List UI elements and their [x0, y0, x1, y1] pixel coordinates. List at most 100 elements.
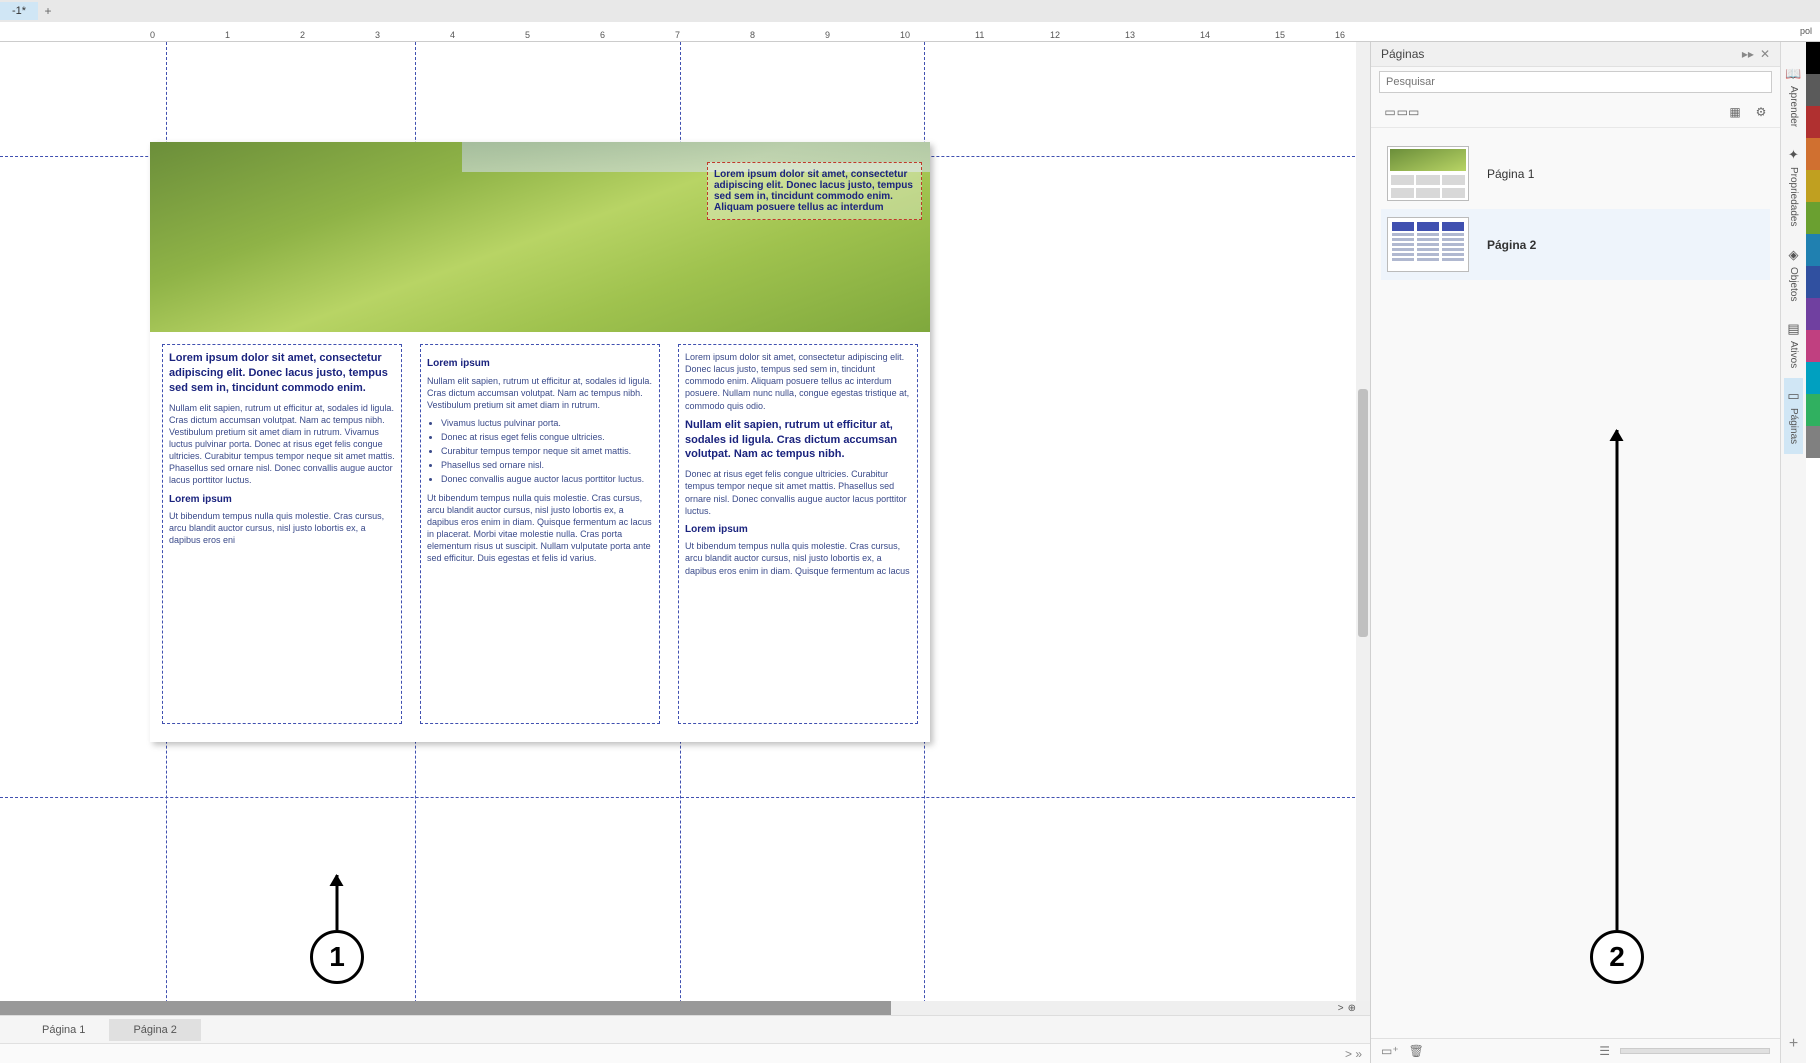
- add-document-tab[interactable]: +: [38, 4, 58, 18]
- panel-title: Páginas: [1381, 47, 1424, 61]
- ruler-mark: 5: [525, 30, 530, 40]
- color-swatch[interactable]: [1806, 362, 1820, 394]
- ruler-mark: 0: [150, 30, 155, 40]
- chevron-right-icon[interactable]: >: [1338, 1003, 1344, 1014]
- more-icon[interactable]: »: [1355, 1047, 1362, 1061]
- book-icon: 📖: [1785, 66, 1801, 82]
- panel-header: Páginas ▸▸ ✕: [1371, 42, 1780, 67]
- document-page[interactable]: Lorem ipsum dolor sit amet, consectetur …: [150, 142, 930, 742]
- color-swatch[interactable]: [1806, 138, 1820, 170]
- page-label: Página 1: [1487, 167, 1534, 181]
- color-swatch[interactable]: [1806, 298, 1820, 330]
- thumbnail-size-slider[interactable]: [1620, 1048, 1770, 1054]
- list-item: Vivamus luctus pulvinar porta.: [441, 417, 653, 429]
- tab-propriedades[interactable]: ✦Propriedades: [1785, 137, 1802, 236]
- assets-icon: ▤: [1787, 321, 1799, 337]
- ruler-mark: 2: [300, 30, 305, 40]
- image-caption-frame[interactable]: Lorem ipsum dolor sit amet, consectetur …: [707, 162, 922, 220]
- annotation-2: 2: [1590, 930, 1644, 984]
- add-docker-icon[interactable]: +: [1789, 1035, 1798, 1053]
- subheading: Lorem ipsum: [427, 357, 653, 371]
- status-bar: > »: [0, 1043, 1370, 1063]
- close-icon[interactable]: ✕: [1760, 47, 1770, 61]
- pages-icon: ▭: [1787, 388, 1799, 404]
- document-tab[interactable]: -1*: [0, 2, 38, 20]
- settings-icon[interactable]: ⚙: [1752, 103, 1770, 121]
- ruler-mark: 7: [675, 30, 680, 40]
- chevron-right-icon[interactable]: >: [1345, 1047, 1352, 1061]
- ruler-mark: 15: [1275, 30, 1285, 40]
- paragraph: Nullam elit sapien, rutrum ut efficitur …: [169, 402, 395, 487]
- color-swatch[interactable]: [1806, 170, 1820, 202]
- annotation-1: 1: [310, 930, 364, 984]
- heading: Lorem ipsum dolor sit amet, consectetur …: [169, 351, 395, 396]
- tab-ativos[interactable]: ▤Ativos: [1784, 311, 1802, 378]
- color-swatch[interactable]: [1806, 330, 1820, 362]
- tab-aprender[interactable]: 📖Aprender: [1782, 56, 1804, 137]
- page-thumbnail: [1387, 217, 1469, 272]
- page-tab-1[interactable]: Página 1: [18, 1019, 109, 1041]
- color-swatch[interactable]: [1806, 266, 1820, 298]
- color-palette: [1806, 42, 1820, 1063]
- page-list: Página 1 Página 2: [1371, 128, 1780, 1038]
- annotation-number: 2: [1590, 930, 1644, 984]
- color-swatch[interactable]: [1806, 234, 1820, 266]
- tab-objetos[interactable]: ◈Objetos: [1785, 237, 1802, 311]
- list-item: Curabitur tempus tempor neque sit amet m…: [441, 445, 653, 457]
- list-item: Phasellus sed ornare nisl.: [441, 459, 653, 471]
- collapse-icon[interactable]: ▸▸: [1742, 47, 1754, 61]
- ruler-mark: 9: [825, 30, 830, 40]
- panel-search: [1371, 67, 1780, 97]
- color-swatch[interactable]: [1806, 394, 1820, 426]
- page-list-item-2[interactable]: Página 2: [1381, 209, 1770, 280]
- horizontal-scrollbar-thumb[interactable]: [0, 1001, 891, 1015]
- new-page-icon[interactable]: ▭⁺: [1381, 1044, 1399, 1058]
- ruler-unit: pol: [1800, 26, 1812, 36]
- ruler-mark: 10: [900, 30, 910, 40]
- paragraph: Donec at risus eget felis congue ultrici…: [685, 468, 911, 517]
- paragraph: Lorem ipsum dolor sit amet, consectetur …: [685, 351, 911, 412]
- panel-footer: ▭⁺ 🗑 ☰: [1371, 1038, 1780, 1063]
- subheading: Lorem ipsum: [685, 523, 911, 537]
- vertical-scrollbar[interactable]: [1356, 42, 1370, 1033]
- grid-view-icon[interactable]: ▦: [1726, 103, 1744, 121]
- guideline-h[interactable]: [0, 797, 1370, 798]
- text-frame-col1[interactable]: Lorem ipsum dolor sit amet, consectetur …: [162, 344, 402, 724]
- page-navigator: Página 1 Página 2: [0, 1015, 1370, 1043]
- annotation-number: 1: [310, 930, 364, 984]
- ruler-mark: 11: [975, 30, 984, 40]
- heading: Nullam elit sapien, rutrum ut efficitur …: [685, 418, 911, 463]
- ruler-mark: 16: [1335, 30, 1345, 40]
- properties-icon: ✦: [1788, 147, 1799, 163]
- page-list-item-1[interactable]: Página 1: [1381, 138, 1770, 209]
- text-frame-col3[interactable]: Lorem ipsum dolor sit amet, consectetur …: [678, 344, 918, 724]
- color-swatch[interactable]: [1806, 426, 1820, 458]
- list-options-icon[interactable]: ☰: [1599, 1044, 1610, 1058]
- list: Vivamus luctus pulvinar porta. Donec at …: [427, 417, 653, 486]
- ruler-mark: 14: [1200, 30, 1210, 40]
- delete-page-icon[interactable]: 🗑: [1409, 1044, 1424, 1058]
- page-label: Página 2: [1487, 238, 1536, 252]
- paragraph: Ut bibendum tempus nulla quis molestie. …: [169, 510, 395, 546]
- paragraph: Nullam elit sapien, rutrum ut efficitur …: [427, 375, 653, 411]
- tab-paginas[interactable]: ▭Páginas: [1784, 378, 1802, 454]
- subheading: Lorem ipsum: [169, 493, 395, 507]
- text-frame-col2[interactable]: Lorem ipsum Nullam elit sapien, rutrum u…: [420, 344, 660, 724]
- color-swatch[interactable]: [1806, 42, 1820, 74]
- search-input[interactable]: [1379, 71, 1772, 93]
- zoom-icon[interactable]: ⊕: [1348, 1003, 1356, 1014]
- ruler-mark: 6: [600, 30, 605, 40]
- color-swatch[interactable]: [1806, 202, 1820, 234]
- horizontal-ruler: 0 1 2 3 4 5 6 7 8 9 10 11 12 13 14 15 16…: [0, 22, 1820, 42]
- ruler-mark: 8: [750, 30, 755, 40]
- list-item: Donec at risus eget felis congue ultrici…: [441, 431, 653, 443]
- facing-pages-icon[interactable]: ▭▭: [1399, 103, 1417, 121]
- ruler-mark: 4: [450, 30, 455, 40]
- canvas[interactable]: Lorem ipsum dolor sit amet, consectetur …: [0, 42, 1370, 1063]
- color-swatch[interactable]: [1806, 106, 1820, 138]
- hero-image[interactable]: Lorem ipsum dolor sit amet, consectetur …: [150, 142, 930, 332]
- page-thumbnail: [1387, 146, 1469, 201]
- page-tab-2[interactable]: Página 2: [109, 1019, 200, 1041]
- pages-panel: Páginas ▸▸ ✕ ▭ ▭▭ ▦ ⚙ Pág: [1370, 42, 1780, 1063]
- color-swatch[interactable]: [1806, 74, 1820, 106]
